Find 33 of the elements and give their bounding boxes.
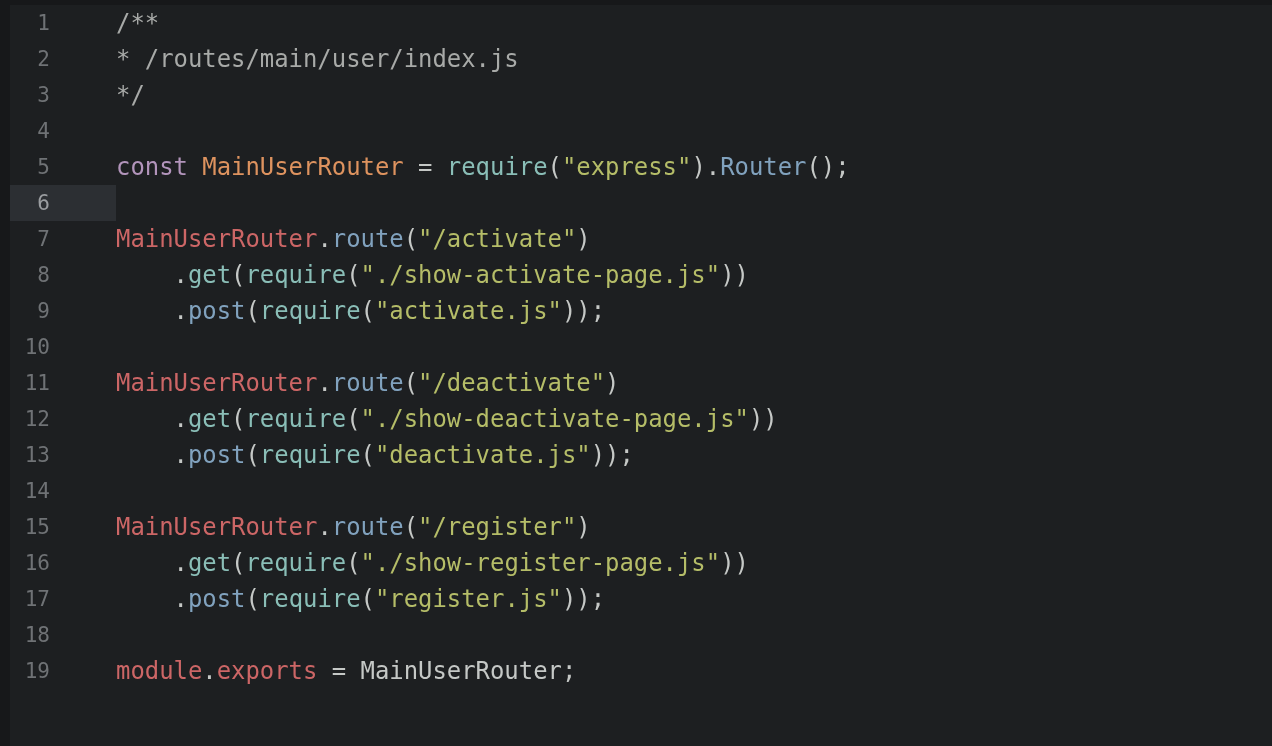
- code-line: MainUserRouter.route("/register"): [116, 513, 591, 541]
- line-number: 8: [36, 262, 51, 289]
- code-line: MainUserRouter.route("/activate"): [116, 225, 591, 253]
- line-number: 6: [10, 185, 116, 221]
- line-number: 11: [23, 370, 51, 397]
- code-line: .get(require("./show-register-page.js")): [172, 549, 749, 577]
- code-line: */: [116, 81, 145, 109]
- line-number: 14: [23, 478, 51, 505]
- line-number: 19: [23, 658, 51, 685]
- line-number: 17: [23, 586, 51, 613]
- line-number: 1: [36, 10, 51, 37]
- code-line: const MainUserRouter = require("express").Router();: [116, 153, 850, 181]
- code-line: /**: [116, 9, 160, 37]
- line-number: 12: [23, 406, 51, 433]
- code-line: MainUserRouter.route("/deactivate"): [116, 369, 620, 397]
- code-line: .post(require("register.js"));: [172, 585, 606, 613]
- line-number: 16: [23, 550, 51, 577]
- code-line: .post(require("activate.js"));: [172, 297, 606, 325]
- line-number: 13: [23, 442, 51, 469]
- line-number: 3: [36, 82, 51, 109]
- line-number: 5: [36, 154, 51, 181]
- code-line: * /routes/main/user/index.js: [116, 45, 519, 73]
- code-line: .get(require("./show-activate-page.js")): [172, 261, 749, 289]
- line-number: 9: [36, 298, 51, 325]
- line-number: 7: [36, 226, 51, 253]
- code-line: .post(require("deactivate.js"));: [172, 441, 634, 469]
- line-number: 10: [23, 334, 51, 361]
- code-line: module.exports = MainUserRouter;: [116, 657, 577, 685]
- line-number: 18: [23, 622, 51, 649]
- code-line: .get(require("./show-deactivate-page.js")): [172, 405, 778, 433]
- line-number: 4: [36, 118, 51, 145]
- line-number: 2: [36, 46, 51, 73]
- line-number: 15: [23, 514, 51, 541]
